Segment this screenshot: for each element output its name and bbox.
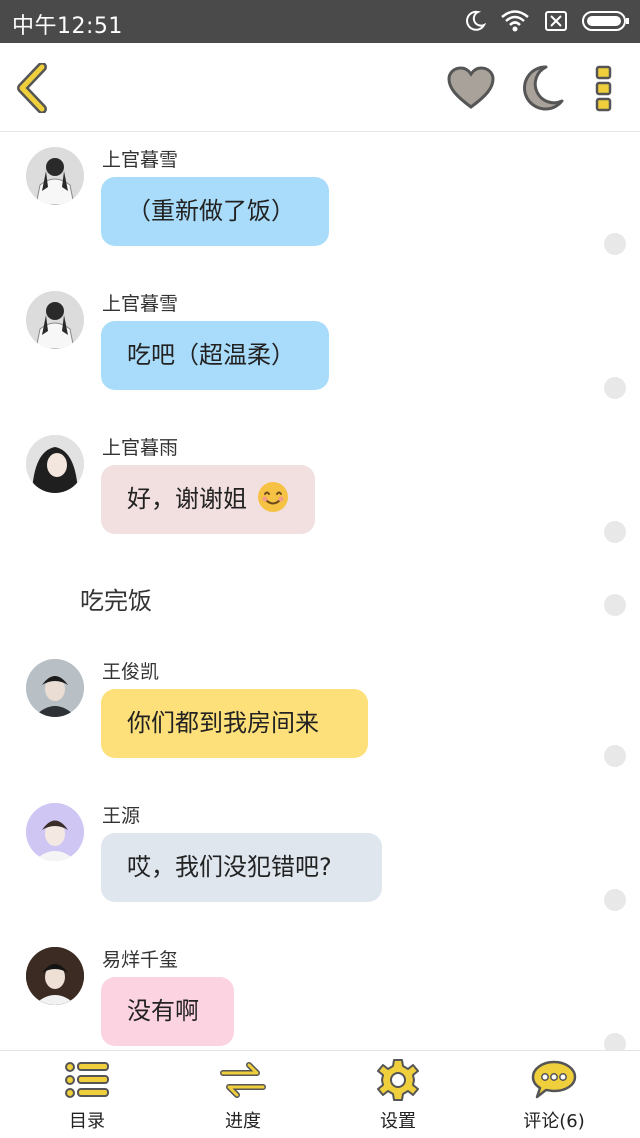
avatar[interactable]: [26, 291, 84, 349]
nav-label: 设置: [380, 1111, 416, 1132]
more-icon: [595, 65, 612, 112]
speaker-name: 易烊千玺: [102, 949, 179, 971]
message-bubble[interactable]: 没有啊: [101, 977, 234, 1046]
moon-icon: [466, 10, 486, 31]
message-bubble[interactable]: （重新做了饭）: [101, 177, 329, 246]
speaker-name: 上官暮雪: [102, 149, 179, 171]
speaker-name: 上官暮雨: [102, 437, 179, 459]
message-text: 你们都到我房间来: [127, 709, 319, 737]
speaker-name: 上官暮雪: [102, 293, 179, 315]
comment-dot[interactable]: [604, 745, 626, 767]
speaker-name: 王俊凯: [102, 661, 160, 683]
message-text: 吃吧（超温柔）: [127, 341, 295, 369]
app-top-bar: [0, 43, 640, 132]
message-text: 哎，我们没犯错吧?: [127, 853, 332, 881]
wifi-icon: [501, 10, 529, 32]
back-icon: [17, 62, 47, 114]
narration-text: 吃完饭: [80, 587, 152, 615]
list-icon: [65, 1062, 109, 1098]
comment-dot[interactable]: [604, 1033, 626, 1050]
status-icons: [464, 8, 630, 34]
sim-x-icon: [545, 11, 567, 31]
nav-label: 评论(6): [523, 1111, 585, 1132]
nav-settings-button[interactable]: 设置: [343, 1059, 453, 1135]
status-bar: 中午12:51: [0, 0, 640, 43]
comment-dot[interactable]: [604, 521, 626, 543]
back-button[interactable]: [14, 62, 54, 114]
smiling-face-icon: [257, 482, 288, 512]
message-bubble[interactable]: 你们都到我房间来: [101, 689, 368, 758]
battery-icon: [582, 11, 629, 31]
avatar[interactable]: [26, 147, 84, 205]
speaker-name: 王源: [102, 805, 141, 827]
comment-icon: [531, 1060, 577, 1099]
favorite-button[interactable]: [446, 65, 496, 111]
more-button[interactable]: [590, 63, 618, 113]
heart-icon: [447, 66, 495, 109]
status-time: 中午12:51: [12, 14, 123, 39]
avatar[interactable]: [26, 803, 84, 861]
message-text: 好，谢谢姐: [127, 485, 247, 513]
bottom-nav: 目录 进度 设置 评论(6): [0, 1050, 640, 1138]
message-bubble[interactable]: 好，谢谢姐: [101, 465, 315, 534]
comment-dot[interactable]: [604, 233, 626, 255]
nav-comments-button[interactable]: 评论(6): [499, 1059, 609, 1135]
message-text: （重新做了饭）: [127, 197, 295, 225]
nav-label: 进度: [225, 1111, 261, 1132]
nav-progress-button[interactable]: 进度: [188, 1059, 298, 1135]
comment-dot[interactable]: [604, 377, 626, 399]
swap-arrows-icon: [220, 1062, 266, 1098]
chat-area[interactable]: 上官暮雪 （重新做了饭） 上官暮雪 吃吧（超温柔） 上官暮雨 好，谢谢姐 吃完饭: [0, 133, 640, 1050]
avatar[interactable]: [26, 947, 84, 1005]
gear-icon: [377, 1059, 419, 1101]
message-bubble[interactable]: 吃吧（超温柔）: [101, 321, 329, 390]
night-mode-button[interactable]: [518, 63, 566, 113]
message-bubble[interactable]: 哎，我们没犯错吧?: [101, 833, 382, 902]
comment-dot[interactable]: [604, 594, 626, 616]
comment-dot[interactable]: [604, 889, 626, 911]
avatar[interactable]: [26, 659, 84, 717]
night-mode-icon: [523, 65, 564, 111]
nav-label: 目录: [69, 1111, 105, 1132]
message-text: 没有啊: [127, 997, 199, 1025]
nav-catalog-button[interactable]: 目录: [32, 1059, 142, 1135]
avatar[interactable]: [26, 435, 84, 493]
